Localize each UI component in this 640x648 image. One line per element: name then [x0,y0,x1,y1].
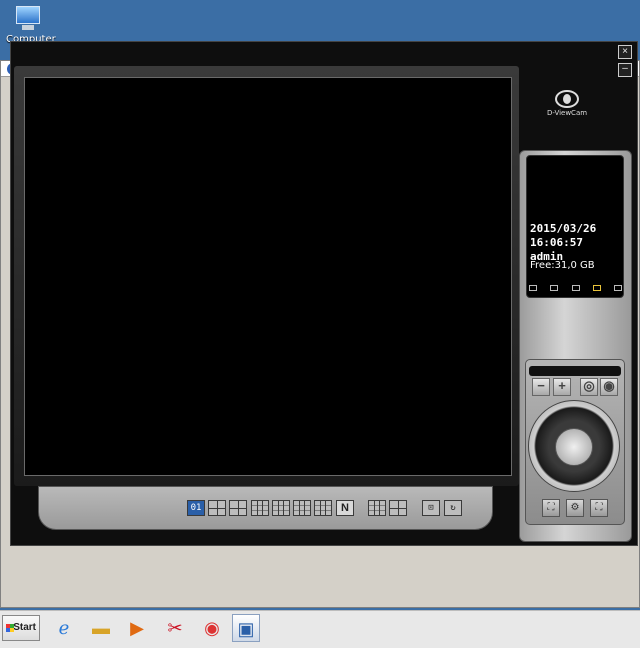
focus-far-button[interactable]: ◉ [600,378,618,396]
layout-10-button[interactable] [272,500,290,516]
layout-9-button[interactable] [251,500,269,516]
status-indicator-icon [614,285,622,291]
layout-fullscreen-button[interactable] [389,500,407,516]
layout-single-button[interactable]: 01 [187,500,205,516]
panel-minimize-button[interactable]: – [618,63,632,77]
preset-button-3[interactable]: ⛶ [590,499,608,517]
status-indicator-icon [593,285,601,291]
layout-custom-button[interactable] [368,500,386,516]
status-indicator-icon [572,285,580,291]
chrome-icon[interactable]: ◉ [198,614,226,642]
preset-button-2[interactable]: ⚙ [566,499,584,517]
brand-name: D-ViewCam [546,109,588,117]
brand-logo: D-ViewCam [546,90,588,117]
ptz-header [529,366,621,376]
start-button[interactable]: Start [2,615,40,641]
media-player-icon[interactable]: ▶ [123,614,151,642]
layout-13-button[interactable] [293,500,311,516]
eye-logo-icon [555,90,579,108]
status-indicator-icon [550,285,558,291]
ptz-home-button[interactable] [555,428,593,466]
screenshot-button[interactable]: ⊡ [422,500,440,516]
zoom-minus-button[interactable]: − [532,378,550,396]
layout-4-button[interactable] [208,500,226,516]
panel-close-button[interactable]: × [618,45,632,59]
snipping-tool-icon[interactable]: ✂ [161,614,189,642]
d-viewcam-taskbar-icon[interactable]: ▣ [232,614,260,642]
computer-desktop-icon[interactable]: Computer [6,6,56,45]
info-date: 2015/03/26 [530,222,597,235]
start-label: Start [13,622,36,633]
windows-flag-icon [6,624,14,632]
video-display-area[interactable] [24,77,512,476]
internet-explorer-icon[interactable]: ℯ [50,614,78,642]
layout-n-button[interactable]: N [336,500,354,516]
zoom-plus-button[interactable]: + [553,378,571,396]
preset-button-1[interactable]: ⛶ [542,499,560,517]
sequence-button[interactable]: ↻ [444,500,462,516]
free-space-text: Free:31,0 GB [530,260,595,271]
layout-4b-button[interactable] [229,500,247,516]
layout-16-button[interactable] [314,500,332,516]
computer-icon [13,6,43,32]
file-explorer-icon[interactable]: ▬ [87,614,115,642]
status-indicator-icon [529,285,537,291]
info-time: 16:06:57 [530,236,583,249]
focus-near-button[interactable]: ◎ [580,378,598,396]
